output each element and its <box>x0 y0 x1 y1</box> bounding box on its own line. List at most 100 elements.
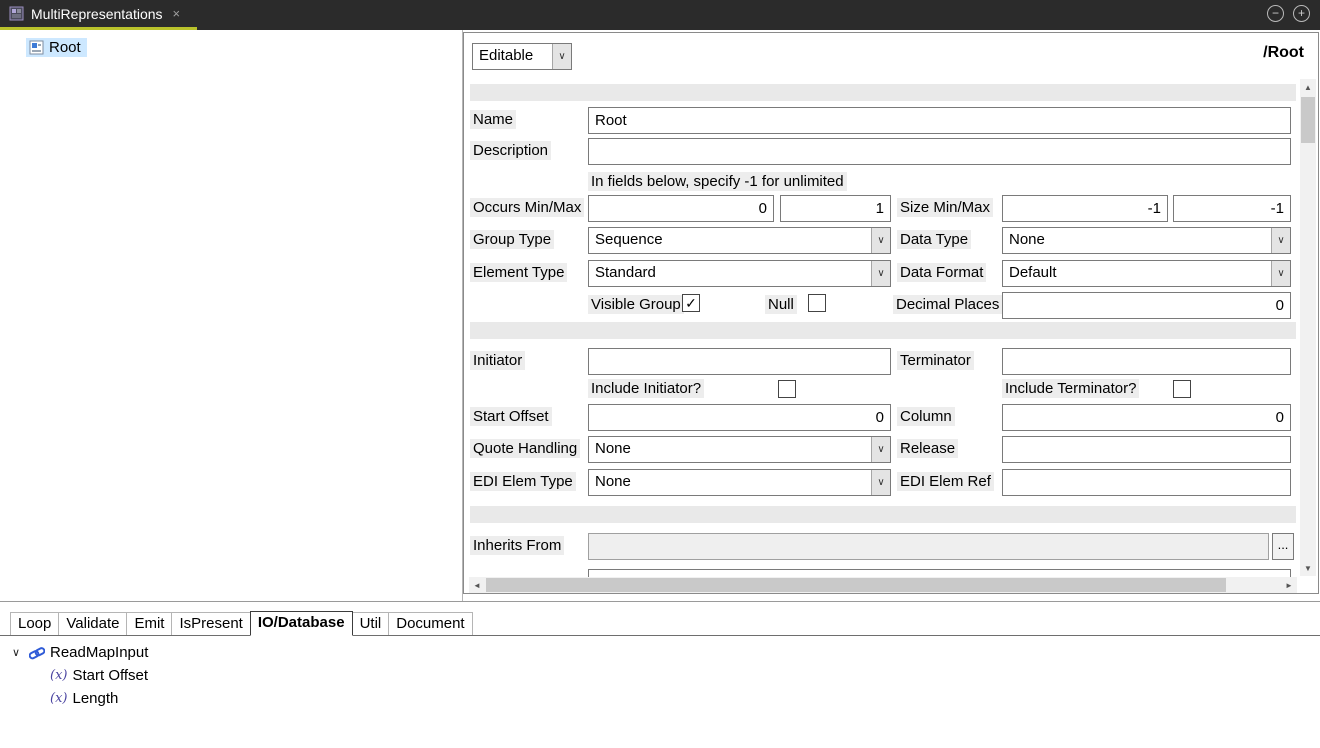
chevron-down-icon: ∨ <box>871 228 890 253</box>
schema-tree-panel: Root <box>0 30 463 601</box>
variable-icon: (x) <box>50 668 67 683</box>
vertical-scroll-thumb[interactable] <box>1301 97 1315 143</box>
tree-row-readmapinput[interactable]: ∨ ReadMapInput <box>8 641 1320 664</box>
null-label: Null <box>765 295 797 314</box>
include-initiator-checkbox[interactable] <box>778 380 796 398</box>
description-input[interactable] <box>588 138 1291 165</box>
horizontal-scroll-thumb[interactable] <box>486 578 1226 592</box>
section-separator <box>470 84 1296 101</box>
unlimited-hint: In fields below, specify -1 for unlimite… <box>588 172 847 191</box>
vertical-scrollbar[interactable]: ▲ ▼ <box>1300 79 1316 576</box>
inherits-from-label: Inherits From <box>470 536 564 555</box>
terminator-label: Terminator <box>897 351 974 370</box>
data-type-select[interactable]: None ∨ <box>1002 227 1291 254</box>
variable-icon: (x) <box>50 691 67 706</box>
data-format-label: Data Format <box>897 263 986 282</box>
node-path: /Root <box>1263 44 1304 62</box>
start-offset-input[interactable] <box>588 404 891 431</box>
quote-handling-select[interactable]: None ∨ <box>588 436 891 463</box>
tree-row-label: Start Offset <box>72 667 148 684</box>
decimal-places-input[interactable] <box>1002 292 1291 319</box>
group-type-select[interactable]: Sequence ∨ <box>588 227 891 254</box>
tab-util[interactable]: Util <box>352 612 390 635</box>
chevron-down-icon: ∨ <box>871 437 890 462</box>
chevron-down-icon: ∨ <box>552 44 571 69</box>
data-format-select[interactable]: Default ∨ <box>1002 260 1291 287</box>
tab-validate[interactable]: Validate <box>58 612 127 635</box>
element-type-value: Standard <box>589 261 871 286</box>
name-label: Name <box>470 110 516 129</box>
tree-row-label: ReadMapInput <box>50 644 148 661</box>
app-icon <box>8 6 24 22</box>
chevron-down-icon: ∨ <box>1271 228 1290 253</box>
mode-select-value: Editable <box>473 44 552 69</box>
tree-item-root[interactable]: Root <box>26 38 87 57</box>
edi-elem-type-select[interactable]: None ∨ <box>588 469 891 496</box>
size-max-input[interactable] <box>1173 195 1291 222</box>
tab-emit[interactable]: Emit <box>126 612 172 635</box>
document-tab-title: MultiRepresentations <box>31 6 163 22</box>
edi-elem-ref-input[interactable] <box>1002 469 1291 496</box>
name-input[interactable] <box>588 107 1291 134</box>
scroll-up-icon[interactable]: ▲ <box>1300 79 1316 95</box>
rules-tree: ∨ ReadMapInput (x) Start Offset (x) Leng… <box>0 636 1320 710</box>
release-label: Release <box>897 439 958 458</box>
rules-panel: Loop Validate Emit IsPresent IO/Database… <box>0 602 1320 748</box>
window-controls: − + <box>1267 5 1310 22</box>
column-label: Column <box>897 407 955 426</box>
data-type-label: Data Type <box>897 230 971 249</box>
description-label: Description <box>470 141 551 160</box>
inherits-from-input <box>588 533 1269 560</box>
titlebar: MultiRepresentations × − + <box>0 0 1320 30</box>
tab-document[interactable]: Document <box>388 612 472 635</box>
edi-elem-type-value: None <box>589 470 871 495</box>
clipped-input <box>588 569 1291 577</box>
close-icon[interactable]: × <box>173 6 181 21</box>
section-separator <box>470 322 1296 339</box>
rules-tab-bar: Loop Validate Emit IsPresent IO/Database… <box>0 602 1320 636</box>
release-input[interactable] <box>1002 436 1291 463</box>
tree-row-length[interactable]: (x) Length <box>8 687 1320 710</box>
mode-select[interactable]: Editable ∨ <box>472 43 572 70</box>
tab-io-database[interactable]: IO/Database <box>250 611 353 636</box>
inherits-from-browse-button[interactable]: ... <box>1272 533 1294 560</box>
size-min-input[interactable] <box>1002 195 1168 222</box>
properties-form-panel: Editable ∨ /Root Name Description In fie… <box>463 32 1319 594</box>
include-terminator-checkbox[interactable] <box>1173 380 1191 398</box>
chevron-down-icon: ∨ <box>871 470 890 495</box>
quote-handling-label: Quote Handling <box>470 439 580 458</box>
column-input[interactable] <box>1002 404 1291 431</box>
occurs-min-input[interactable] <box>588 195 774 222</box>
circle-plus-button[interactable]: + <box>1293 5 1310 22</box>
edi-elem-ref-label: EDI Elem Ref <box>897 472 994 491</box>
initiator-input[interactable] <box>588 348 891 375</box>
null-checkbox[interactable] <box>808 294 826 312</box>
initiator-label: Initiator <box>470 351 525 370</box>
quote-handling-value: None <box>589 437 871 462</box>
group-type-value: Sequence <box>589 228 871 253</box>
terminator-input[interactable] <box>1002 348 1291 375</box>
circle-minus-button[interactable]: − <box>1267 5 1284 22</box>
document-tab[interactable]: MultiRepresentations × <box>0 0 192 27</box>
chevron-down-icon: ∨ <box>1271 261 1290 286</box>
tab-loop[interactable]: Loop <box>10 612 59 635</box>
include-initiator-label: Include Initiator? <box>588 379 704 398</box>
start-offset-label: Start Offset <box>470 407 552 426</box>
visible-group-label: Visible Group <box>588 295 684 314</box>
tree-row-label: Length <box>72 690 118 707</box>
visible-group-checkbox[interactable] <box>682 294 700 312</box>
tab-ispresent[interactable]: IsPresent <box>171 612 250 635</box>
chevron-down-icon: ∨ <box>871 261 890 286</box>
occurs-max-input[interactable] <box>780 195 891 222</box>
scroll-down-icon[interactable]: ▼ <box>1300 560 1316 576</box>
data-type-value: None <box>1003 228 1271 253</box>
scroll-left-icon[interactable]: ◄ <box>469 577 485 593</box>
chevron-down-icon[interactable]: ∨ <box>8 646 24 659</box>
element-type-select[interactable]: Standard ∨ <box>588 260 891 287</box>
tree-row-start-offset[interactable]: (x) Start Offset <box>8 664 1320 687</box>
horizontal-scrollbar[interactable]: ◄ ► <box>469 577 1297 593</box>
element-type-label: Element Type <box>470 263 567 282</box>
include-terminator-label: Include Terminator? <box>1002 379 1139 398</box>
tree-item-label: Root <box>49 39 81 56</box>
scroll-right-icon[interactable]: ► <box>1281 577 1297 593</box>
